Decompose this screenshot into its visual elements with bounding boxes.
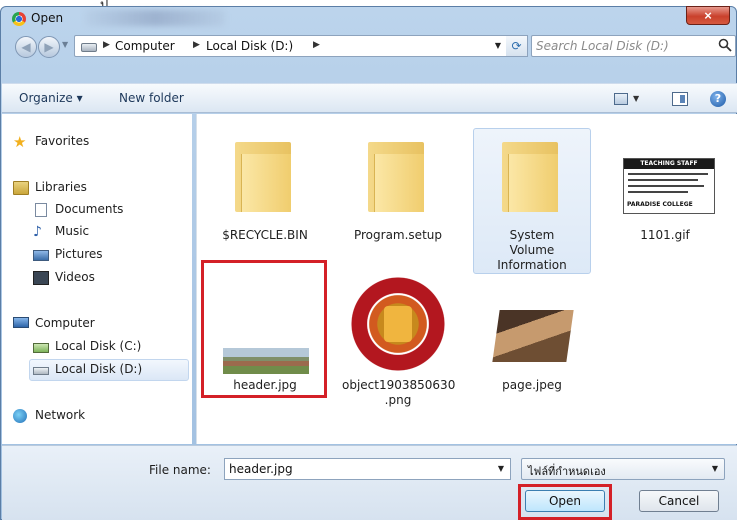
view-dropdown[interactable]: ▼	[633, 94, 639, 103]
organize-button[interactable]: Organize ▾	[19, 91, 83, 105]
window-title: Open	[31, 11, 64, 25]
file-name-input[interactable]	[229, 461, 489, 477]
file-name-label: File name:	[149, 463, 211, 477]
drive-icon	[81, 43, 97, 52]
close-button[interactable]: ×	[686, 6, 730, 25]
file-item[interactable]: Program.setup	[340, 128, 456, 248]
forward-button[interactable]: ▶	[38, 36, 60, 58]
folder-icon	[502, 142, 558, 212]
search-icon[interactable]	[718, 38, 732, 52]
disk-icon	[33, 343, 49, 353]
sidebar-item-favorites[interactable]: ★ Favorites	[13, 134, 163, 150]
sidebar-item-label: Music	[55, 224, 90, 238]
sidebar-item-label: Local Disk (C:)	[55, 339, 142, 353]
sidebar-item-libraries[interactable]: Libraries	[13, 180, 163, 196]
star-icon: ★	[13, 133, 27, 151]
file-name-field[interactable]: ▼	[224, 458, 511, 480]
file-item[interactable]: System Volume Information	[474, 128, 590, 272]
image-thumbnail	[350, 276, 446, 372]
search-box[interactable]	[531, 35, 736, 57]
file-type-select[interactable]: ไฟล์ที่กำหนดเอง ▼	[521, 458, 725, 480]
chevron-down-icon: ▼	[711, 464, 718, 473]
network-icon	[13, 409, 27, 423]
sidebar-item-label: Local Disk (D:)	[55, 362, 143, 376]
preview-pane-icon[interactable]	[672, 92, 688, 106]
file-name: page.jpeg	[502, 378, 562, 392]
file-list: $RECYCLE.BIN Program.setup System Volume…	[196, 114, 737, 444]
library-icon	[13, 181, 29, 195]
breadcrumb-computer[interactable]: Computer	[115, 39, 175, 53]
sidebar-item-label: Libraries	[35, 180, 87, 194]
disk-icon	[33, 367, 49, 375]
breadcrumb-separator[interactable]: ▶	[193, 40, 200, 50]
sidebar-item-computer[interactable]: Computer	[13, 316, 163, 332]
poster-college: PARADISE COLLEGE	[627, 201, 693, 208]
dialog-footer: File name: ▼ ไฟล์ที่กำหนดเอง ▼ Open Canc…	[2, 445, 737, 520]
computer-icon	[13, 317, 29, 328]
navigation-bar: ◀ ▶ ▼ ▶ Computer ▶ Local Disk (D:) ▶ ▼ ⟳	[1, 31, 736, 63]
file-item[interactable]: TEACHING STAFF REQUIRED PARADISE COLLEGE…	[607, 128, 723, 248]
file-name: $RECYCLE.BIN	[222, 228, 308, 242]
new-folder-button[interactable]: New folder	[119, 91, 184, 105]
image-thumbnail	[492, 310, 574, 362]
cancel-button[interactable]: Cancel	[639, 490, 719, 512]
file-name: Program.setup	[353, 228, 442, 242]
music-icon: ♪	[33, 224, 42, 240]
breadcrumb-separator[interactable]: ▶	[313, 40, 320, 50]
file-type-value: ไฟล์ที่กำหนดเอง	[528, 465, 606, 478]
sidebar-item-network[interactable]: Network	[13, 408, 163, 424]
sidebar-item-pictures[interactable]: Pictures	[33, 247, 183, 263]
navigation-pane: ★ Favorites Libraries Documents ♪ Music …	[2, 114, 192, 444]
image-thumbnail: TEACHING STAFF REQUIRED PARADISE COLLEGE	[623, 158, 715, 214]
sidebar-item-label: Documents	[55, 202, 124, 216]
title-bar: Open ×	[1, 6, 736, 31]
pictures-icon	[33, 250, 49, 261]
back-button[interactable]: ◀	[15, 36, 37, 58]
folder-icon	[368, 142, 424, 212]
file-name: object1903850630 .png	[342, 378, 456, 407]
file-item[interactable]: object1903850630 .png	[340, 266, 456, 411]
folder-icon	[235, 142, 291, 212]
sidebar-item-local-disk-d[interactable]: Local Disk (D:)	[33, 362, 183, 378]
sidebar-item-label: Favorites	[35, 134, 90, 148]
sidebar-item-label: Computer	[35, 316, 95, 330]
refresh-button[interactable]: ⟳	[506, 35, 528, 57]
sidebar-item-label: Videos	[55, 270, 95, 284]
file-name: 1101.gif	[640, 228, 690, 242]
document-icon	[35, 203, 47, 217]
videos-icon	[33, 271, 49, 285]
breadcrumb-local-disk-d[interactable]: Local Disk (D:)	[206, 39, 293, 53]
address-bar[interactable]: ▶ Computer ▶ Local Disk (D:) ▶ ▼	[74, 35, 508, 57]
sidebar-item-local-disk-c[interactable]: Local Disk (C:)	[33, 339, 183, 355]
sidebar-item-label: Pictures	[55, 247, 103, 261]
address-dropdown[interactable]: ▼	[495, 41, 501, 50]
breadcrumb-separator[interactable]: ▶	[103, 40, 110, 50]
help-icon[interactable]: ?	[710, 91, 726, 107]
view-icon[interactable]	[614, 93, 628, 105]
search-input[interactable]	[536, 38, 706, 54]
poster-title: TEACHING STAFF REQUIRED	[624, 159, 714, 177]
command-toolbar: Organize ▾ New folder ▼ ?	[2, 83, 737, 113]
app-icon	[12, 12, 26, 26]
recent-locations-dropdown[interactable]: ▼	[62, 40, 68, 49]
file-item[interactable]: page.jpeg	[474, 266, 590, 392]
sidebar-item-music[interactable]: ♪ Music	[33, 224, 183, 240]
highlight-annotation	[201, 260, 327, 398]
sidebar-item-documents[interactable]: Documents	[33, 202, 183, 218]
open-dialog: Open × ◀ ▶ ▼ ▶ Computer ▶ Local Disk (D:…	[0, 6, 737, 520]
file-name-dropdown[interactable]: ▼	[498, 464, 504, 473]
highlight-annotation	[518, 484, 612, 520]
sidebar-item-videos[interactable]: Videos	[33, 270, 183, 286]
blurred-title-area	[85, 10, 225, 26]
file-item[interactable]: $RECYCLE.BIN	[207, 128, 323, 248]
sidebar-item-label: Network	[35, 408, 86, 422]
